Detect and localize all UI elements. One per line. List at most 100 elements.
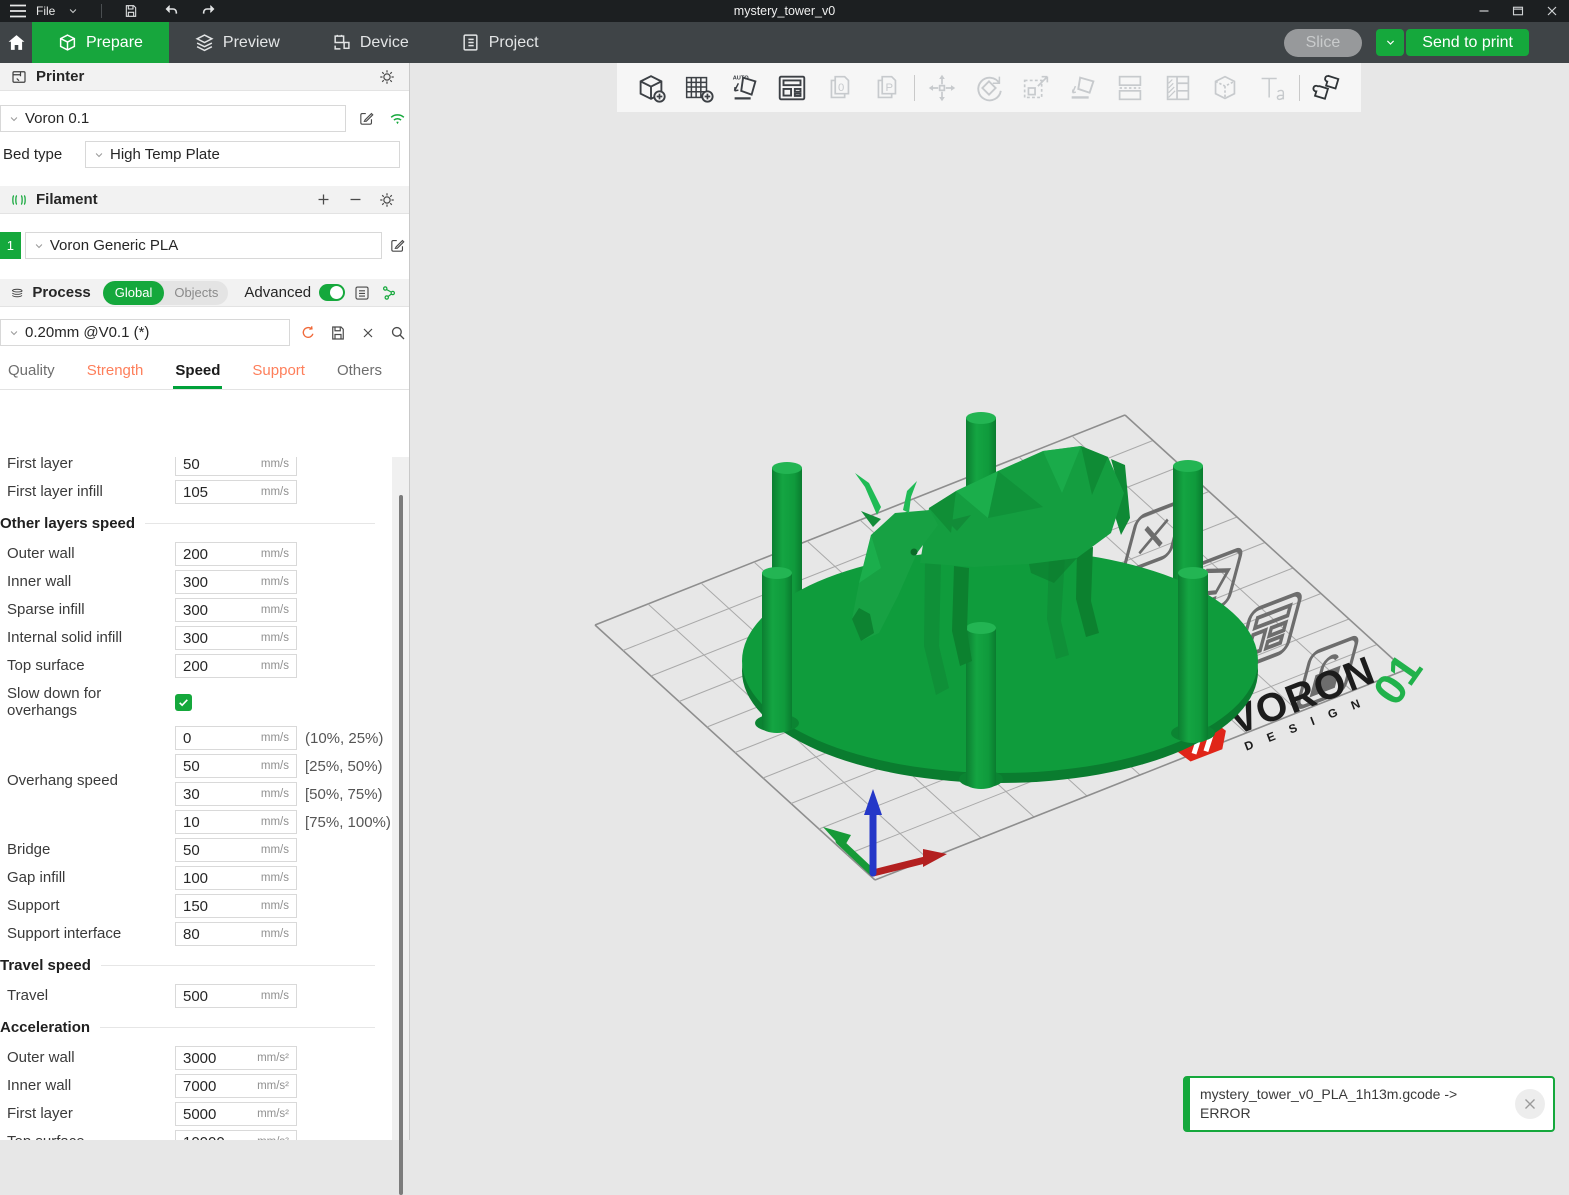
slice-button[interactable]: Slice	[1284, 29, 1363, 57]
add-object-button[interactable]	[631, 68, 671, 108]
setting-row: Gap infill 100mm/s	[0, 864, 393, 892]
overhang-speed-input-3[interactable]: 30mm/s	[175, 782, 297, 806]
filament-edit-icon[interactable]	[385, 234, 409, 258]
filament-settings-gear-icon[interactable]	[375, 188, 399, 212]
outer-wall-accel-input[interactable]: 3000mm/s²	[175, 1046, 297, 1070]
process-scope-toggle[interactable]: Global Objects	[103, 281, 229, 305]
assembly-view-button[interactable]	[1307, 68, 1347, 108]
inner-wall-speed-input[interactable]: 300mm/s	[175, 570, 297, 594]
undo-button[interactable]	[158, 1, 184, 21]
inner-wall-accel-input[interactable]: 7000mm/s²	[175, 1074, 297, 1098]
setting-label: Support interface	[0, 925, 175, 942]
tab-speed[interactable]: Speed	[175, 358, 220, 389]
overhang-speed-input-2[interactable]: 50mm/s	[175, 754, 297, 778]
minimize-button[interactable]	[1467, 0, 1501, 22]
process-header-label: Process	[32, 284, 90, 301]
tab-support[interactable]: Support	[252, 358, 305, 389]
paste-button[interactable]	[866, 68, 906, 108]
compare-presets-icon[interactable]	[380, 281, 399, 305]
rotate-button[interactable]	[969, 68, 1009, 108]
tab-others[interactable]: Others	[337, 358, 382, 389]
viewport-toolbar	[617, 63, 1361, 112]
file-menu[interactable]: File	[36, 4, 55, 18]
bridge-speed-input[interactable]: 50mm/s	[175, 838, 297, 862]
slow-down-overhangs-checkbox[interactable]	[175, 694, 192, 711]
home-button[interactable]	[0, 22, 32, 63]
first-layer-accel-input[interactable]: 5000mm/s²	[175, 1102, 297, 1126]
split-button[interactable]	[1110, 68, 1150, 108]
first-layer-infill-speed-input[interactable]: 105mm/s	[175, 480, 297, 504]
settings-scrollbar[interactable]	[392, 457, 409, 1140]
advanced-toggle[interactable]	[319, 284, 345, 301]
save-project-button[interactable]	[118, 1, 144, 21]
tab-device[interactable]: Device	[306, 22, 435, 63]
close-button[interactable]	[1535, 0, 1569, 22]
tab-strength[interactable]: Strength	[87, 358, 144, 389]
filament-header-label: Filament	[36, 191, 98, 208]
add-filament-button[interactable]	[311, 188, 335, 212]
lay-on-face-button[interactable]	[1063, 68, 1103, 108]
tab-project[interactable]: Project	[435, 22, 565, 63]
remove-filament-button[interactable]	[343, 188, 367, 212]
setting-row: First layer infill 105mm/s	[0, 478, 393, 506]
printer-edit-icon[interactable]	[354, 107, 377, 131]
scope-objects[interactable]: Objects	[164, 282, 228, 303]
maximize-button[interactable]	[1501, 0, 1535, 22]
redo-button[interactable]	[196, 1, 222, 21]
top-surface-accel-input[interactable]: 10000mm/s²	[175, 1130, 297, 1140]
travel-speed-input[interactable]: 500mm/s	[175, 984, 297, 1008]
first-layer-speed-input[interactable]: 50mm/s	[175, 457, 297, 476]
arrange-button[interactable]	[772, 68, 812, 108]
scrollbar-thumb[interactable]	[399, 495, 403, 1195]
file-menu-chevron-icon[interactable]	[61, 0, 85, 23]
bed-type-select[interactable]: High Temp Plate	[85, 141, 400, 168]
tab-quality[interactable]: Quality	[8, 358, 55, 389]
setting-label: Overhang speed	[0, 724, 175, 836]
move-button[interactable]	[922, 68, 962, 108]
variable-layer-height-button[interactable]	[1158, 68, 1198, 108]
reset-profile-icon[interactable]	[297, 321, 320, 345]
setting-label: First layer	[0, 1105, 175, 1122]
model-mystery-tower[interactable]	[742, 412, 1258, 789]
setting-label: Internal solid infill	[0, 629, 175, 646]
save-profile-icon[interactable]	[327, 321, 350, 345]
internal-solid-infill-speed-input[interactable]: 300mm/s	[175, 626, 297, 650]
notification-close-button[interactable]	[1515, 1089, 1545, 1119]
overhang-range-label: [50%, 75%)	[305, 786, 383, 803]
copy-button[interactable]	[819, 68, 859, 108]
printer-settings-gear-icon[interactable]	[375, 65, 399, 89]
setting-row: Outer wall 3000mm/s²	[0, 1044, 393, 1072]
printer-select[interactable]: Voron 0.1	[0, 105, 346, 132]
setting-overview-icon[interactable]	[353, 281, 372, 305]
overhang-speed-input-1[interactable]: 0mm/s	[175, 726, 297, 750]
search-settings-icon[interactable]	[386, 321, 409, 345]
viewport-3d[interactable]: VORON D E S I G N 01	[411, 63, 1569, 1140]
send-options-button[interactable]	[1376, 29, 1404, 56]
filament-section-header: Filament	[0, 186, 409, 214]
setting-label: Outer wall	[0, 545, 175, 562]
app-menu-icon[interactable]	[6, 0, 30, 23]
setting-label: Outer wall	[0, 1049, 175, 1066]
speed-settings-panel: First layer 50mm/s First layer infill 10…	[0, 457, 393, 1140]
filament-select[interactable]: Voron Generic PLA	[25, 232, 382, 259]
process-profile-select[interactable]: 0.20mm @V0.1 (*)	[0, 319, 290, 346]
add-text-button[interactable]	[1252, 68, 1292, 108]
support-speed-input[interactable]: 150mm/s	[175, 894, 297, 918]
auto-orient-button[interactable]	[725, 68, 765, 108]
printer-connection-wifi-icon[interactable]	[386, 107, 409, 131]
mesh-boolean-button[interactable]	[1205, 68, 1245, 108]
scale-button[interactable]	[1016, 68, 1056, 108]
scope-global[interactable]: Global	[103, 281, 165, 305]
add-plate-button[interactable]	[678, 68, 718, 108]
tab-prepare[interactable]: Prepare	[32, 22, 169, 63]
gap-infill-speed-input[interactable]: 100mm/s	[175, 866, 297, 890]
support-interface-speed-input[interactable]: 80mm/s	[175, 922, 297, 946]
overhang-speed-input-4[interactable]: 10mm/s	[175, 810, 297, 834]
send-to-print-button[interactable]: Send to print	[1406, 29, 1529, 56]
tab-preview[interactable]: Preview	[169, 22, 306, 63]
chevron-down-icon	[7, 112, 21, 126]
top-surface-speed-input[interactable]: 200mm/s	[175, 654, 297, 678]
outer-wall-speed-input[interactable]: 200mm/s	[175, 542, 297, 566]
delete-profile-icon[interactable]	[357, 321, 380, 345]
sparse-infill-speed-input[interactable]: 300mm/s	[175, 598, 297, 622]
